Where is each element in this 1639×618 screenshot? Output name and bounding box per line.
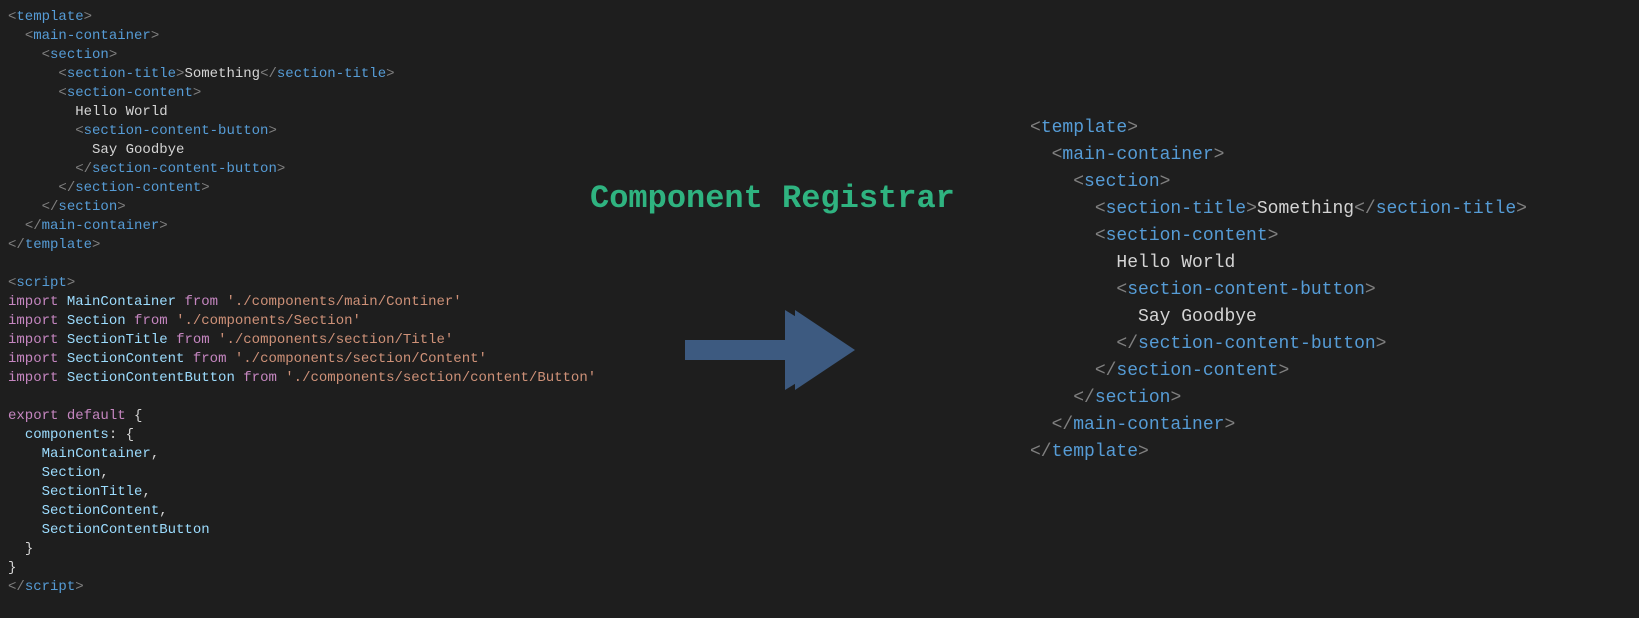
import-name-1: Section: [67, 313, 126, 329]
component-1: Section: [42, 465, 101, 481]
import-path-1: './components/Section': [176, 313, 361, 329]
tag-section-content: section-content: [67, 85, 193, 101]
import-path-4: './components/section/content/Button': [285, 370, 596, 386]
right-code-panel: <template> <main-container> <section> <s…: [1030, 115, 1527, 466]
text-hello-world: Hello World: [75, 104, 167, 120]
page-title: Component Registrar: [590, 180, 955, 217]
code-comparison-container: <template> <main-container> <section> <s…: [0, 0, 1639, 618]
component-0: MainContainer: [42, 446, 151, 462]
r-text-something: Something: [1257, 199, 1354, 219]
r-tag-section-title: section-title: [1106, 199, 1246, 219]
import-path-3: './components/section/Content': [235, 351, 487, 367]
text-say-goodbye: Say Goodbye: [92, 142, 184, 158]
r-text-say-goodbye: Say Goodbye: [1138, 307, 1257, 327]
r-tag-section-content-button: section-content-button: [1127, 280, 1365, 300]
import-path-2: './components/section/Title': [218, 332, 453, 348]
tag-template-open: template: [16, 9, 83, 25]
tag-section-title: section-title: [67, 66, 176, 82]
import-name-3: SectionContent: [67, 351, 185, 367]
r-tag-main-container: main-container: [1062, 145, 1213, 165]
right-code-block: <template> <main-container> <section> <s…: [1030, 115, 1527, 466]
arrow-icon: [685, 300, 855, 400]
import-path-0: './components/main/Continer': [226, 294, 461, 310]
components-key: components: [25, 427, 109, 443]
component-4: SectionContentButton: [42, 522, 210, 538]
import-name-2: SectionTitle: [67, 332, 168, 348]
text-something: Something: [184, 66, 260, 82]
tag-section-content-button: section-content-button: [84, 123, 269, 139]
import-name-4: SectionContentButton: [67, 370, 235, 386]
tag-script-open: script: [16, 275, 66, 291]
left-code-panel: <template> <main-container> <section> <s…: [0, 0, 596, 618]
component-2: SectionTitle: [42, 484, 143, 500]
component-3: SectionContent: [42, 503, 160, 519]
import-name-0: MainContainer: [67, 294, 176, 310]
r-tag-section: section: [1084, 172, 1160, 192]
tag-section: section: [50, 47, 109, 63]
left-code-block: <template> <main-container> <section> <s…: [8, 8, 588, 597]
r-tag-section-content: section-content: [1106, 226, 1268, 246]
tag-main-container: main-container: [33, 28, 151, 44]
r-tag-template: template: [1041, 118, 1127, 138]
r-text-hello-world: Hello World: [1116, 253, 1235, 273]
